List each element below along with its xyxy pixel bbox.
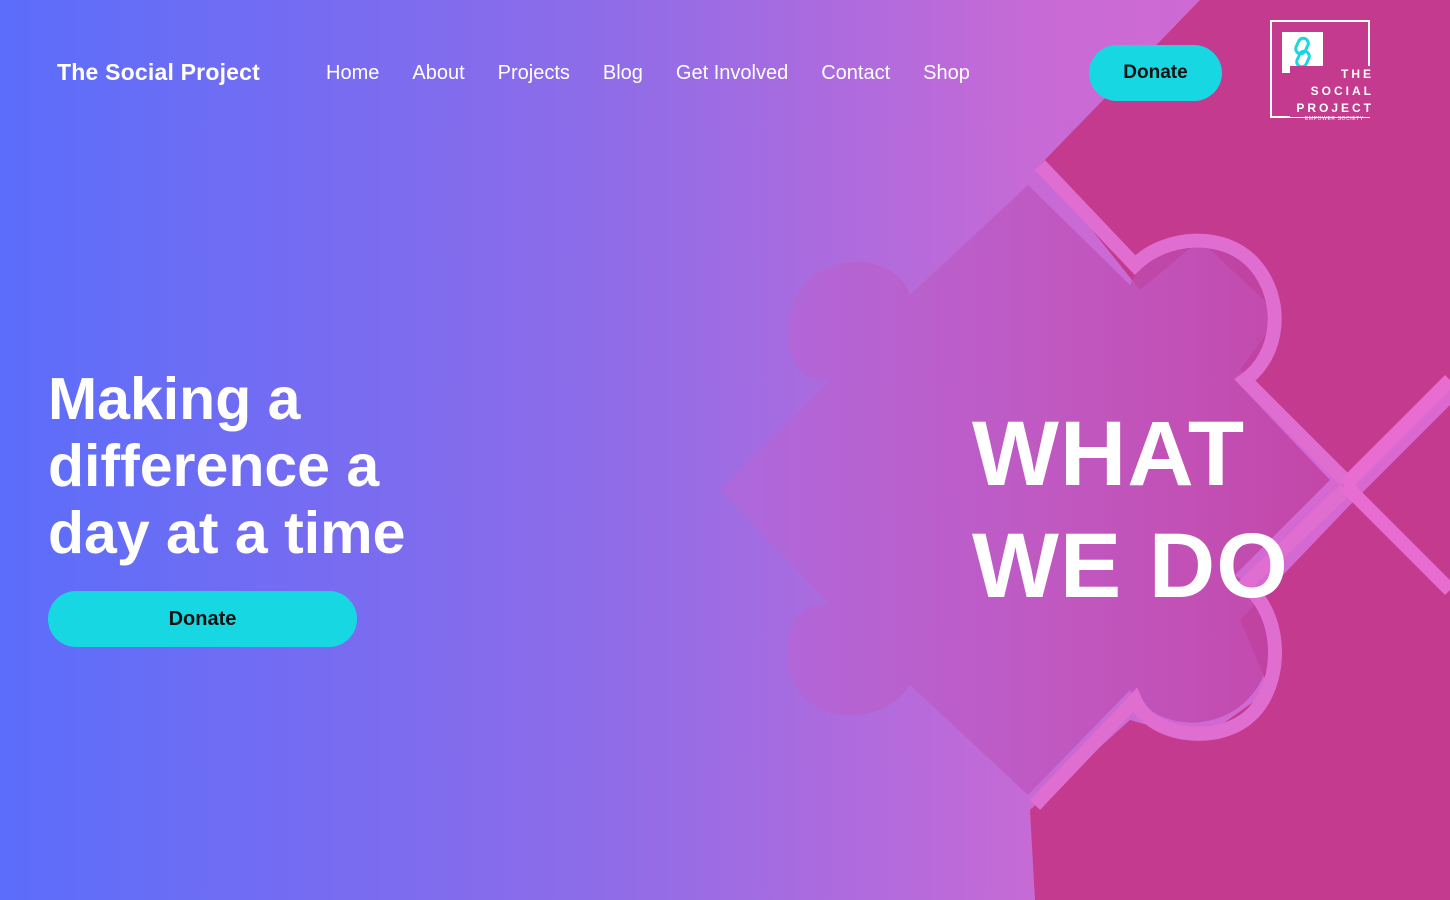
nav-home[interactable]: Home [326,60,379,86]
hero-heading: Making a difference a day at a time [48,366,406,566]
nav-about[interactable]: About [412,60,464,86]
main-nav: Home About Projects Blog Get Involved Co… [326,60,1003,86]
what-we-do-line-1: WHAT [972,403,1246,505]
puzzle-outline-cross-2 [1340,480,1450,595]
nav-get-involved[interactable]: Get Involved [676,60,788,86]
puzzle-outline-cross [1340,375,1450,490]
site-title[interactable]: The Social Project [57,59,260,86]
nav-blog[interactable]: Blog [603,60,643,86]
nav-contact[interactable]: Contact [821,60,890,86]
what-we-do-line-2: WE DO [972,515,1289,617]
nav-projects[interactable]: Projects [498,60,570,86]
logo-wordmark: THE SOCIAL PROJECT [1290,66,1376,117]
logo-tagline: EMPOWER SOCIETY [1305,116,1364,122]
what-we-do-title: WHAT WE DO [972,398,1289,622]
logo[interactable]: THE SOCIAL PROJECT EMPOWER SOCIETY [1270,20,1376,122]
hero-donate-button[interactable]: Donate [48,591,357,647]
header-donate-button[interactable]: Donate [1089,45,1222,101]
nav-shop[interactable]: Shop [923,60,970,86]
